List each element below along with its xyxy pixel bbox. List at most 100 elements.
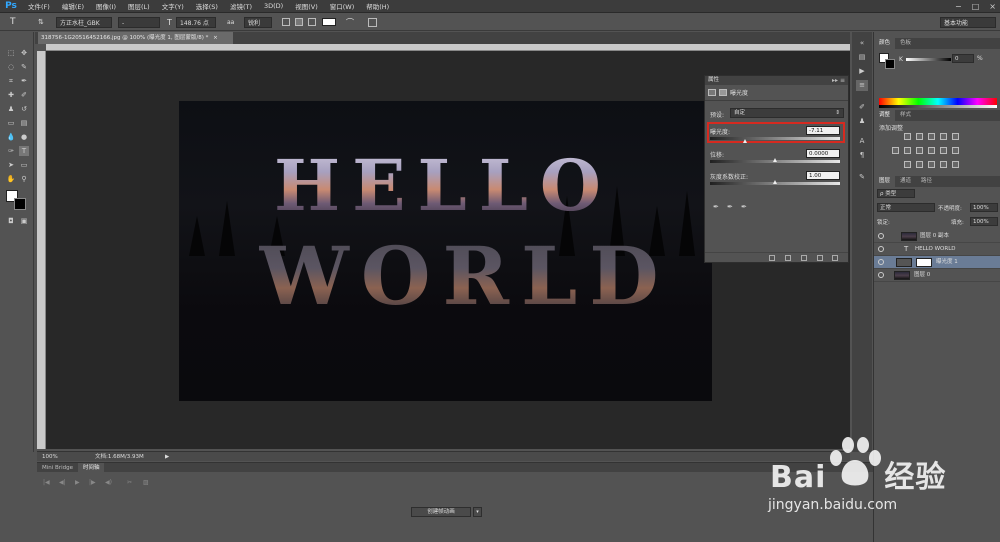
split-icon[interactable]: ✂ xyxy=(127,479,132,486)
brush-preset-icon[interactable]: ✐ xyxy=(856,102,868,113)
dodge-tool-icon[interactable]: ● xyxy=(19,132,29,142)
rectangle-tool-icon[interactable]: ▭ xyxy=(19,160,29,170)
align-right-icon[interactable] xyxy=(308,18,316,26)
invert-icon[interactable] xyxy=(904,161,911,168)
tab-paths[interactable]: 路径 xyxy=(916,176,937,187)
document-image[interactable]: HELLO WORLD xyxy=(179,101,712,401)
fill-input[interactable]: 100% xyxy=(970,217,998,226)
eyedropper-tool-icon[interactable]: ✒ xyxy=(19,76,29,86)
panel-menu-icon[interactable]: ▸▸ ≡ xyxy=(832,76,845,85)
vibrance-icon[interactable] xyxy=(952,133,959,140)
move-tool-icon[interactable]: ✥ xyxy=(19,48,29,58)
menu-file[interactable]: 文件(F) xyxy=(22,1,56,11)
quick-mask-icon[interactable]: ◘ xyxy=(6,216,16,226)
delete-icon[interactable] xyxy=(832,255,838,261)
curves-icon[interactable] xyxy=(928,133,935,140)
hand-tool-icon[interactable]: ✋ xyxy=(6,174,16,184)
exposure-slider-thumb[interactable] xyxy=(742,139,747,143)
properties-icon[interactable]: ≡ xyxy=(856,80,868,91)
text-color-swatch[interactable] xyxy=(322,18,336,26)
stamp-tool-icon[interactable]: ♟ xyxy=(6,104,16,114)
eye-icon[interactable] xyxy=(878,272,884,278)
audio-icon[interactable]: ◀) xyxy=(105,479,112,486)
align-left-icon[interactable] xyxy=(282,18,290,26)
play-timeline-icon[interactable]: ▶ xyxy=(75,479,80,486)
close-button[interactable]: × xyxy=(989,0,996,13)
exposure-icon[interactable] xyxy=(940,133,947,140)
character-icon[interactable]: A xyxy=(856,136,868,147)
character-panel-icon[interactable] xyxy=(368,18,377,27)
eye-icon[interactable] xyxy=(878,233,884,239)
photo-filter-icon[interactable] xyxy=(928,147,935,154)
tab-timeline[interactable]: 时间轴 xyxy=(77,463,105,472)
gamma-slider-thumb[interactable] xyxy=(772,180,777,184)
path-select-icon[interactable]: ➤ xyxy=(6,160,16,170)
tab-channels[interactable]: 通道 xyxy=(895,176,916,187)
eraser-tool-icon[interactable]: ▭ xyxy=(6,118,16,128)
paragraph-icon[interactable]: ¶ xyxy=(856,150,868,161)
tab-swatches[interactable]: 色板 xyxy=(895,38,916,49)
blend-mode-select[interactable]: 正常 xyxy=(877,203,935,212)
menu-layer[interactable]: 图层(L) xyxy=(122,1,156,11)
tool-presets-icon[interactable]: ✎ xyxy=(856,172,868,183)
minimize-button[interactable]: − xyxy=(955,0,962,13)
prev-frame-icon[interactable]: ◀| xyxy=(59,479,66,486)
transition-icon[interactable]: ▨ xyxy=(143,479,149,486)
color-spectrum[interactable] xyxy=(879,98,997,105)
color-channel-slider[interactable] xyxy=(906,58,951,61)
pen-tool-icon[interactable]: ✑ xyxy=(6,146,16,156)
layer-filter-select[interactable]: ρ 类型 xyxy=(877,189,915,198)
gradient-tool-icon[interactable]: ▤ xyxy=(19,118,29,128)
zoom-tool-icon[interactable]: ⚲ xyxy=(19,174,29,184)
exposure-slider[interactable] xyxy=(710,137,840,140)
align-center-icon[interactable] xyxy=(295,18,303,26)
font-family-select[interactable]: 方正水柱_GBK xyxy=(56,17,112,28)
color-balance-icon[interactable] xyxy=(904,147,911,154)
black-white-icon[interactable] xyxy=(916,147,923,154)
create-frame-animation-button[interactable]: 创建帧动画 xyxy=(411,507,471,517)
tab-layers[interactable]: 图层 xyxy=(874,176,896,187)
healing-tool-icon[interactable]: ✚ xyxy=(6,90,16,100)
quick-select-icon[interactable]: ✎ xyxy=(19,62,29,72)
layer-row[interactable]: 曝光度 1 xyxy=(874,256,1000,269)
status-menu-icon[interactable]: ▶ xyxy=(165,452,169,462)
clone-source-icon[interactable]: ♟ xyxy=(856,116,868,127)
mask-icon[interactable] xyxy=(719,89,727,96)
history-brush-icon[interactable]: ↺ xyxy=(19,104,29,114)
workspace-select[interactable]: 基本功能 xyxy=(940,17,996,28)
channel-mixer-icon[interactable] xyxy=(940,147,947,154)
properties-header[interactable]: 属性 ▸▸ ≡ xyxy=(705,76,848,85)
document-tab[interactable]: 318756-1G20516452166.jpg @ 100% (曝光度 1, … xyxy=(38,32,233,44)
document-info[interactable]: 文档:1.68M/3.93M xyxy=(95,452,144,462)
warp-text-icon[interactable]: ⌒ xyxy=(346,17,354,28)
selective-color-icon[interactable] xyxy=(952,161,959,168)
eye-icon[interactable] xyxy=(878,246,884,252)
layer-row[interactable]: 图层 0 副本 xyxy=(874,230,1000,243)
tab-styles[interactable]: 样式 xyxy=(895,110,916,121)
panel-collapse-icon[interactable]: « xyxy=(856,38,868,49)
reset-icon[interactable] xyxy=(801,255,807,261)
grayscale-ramp[interactable] xyxy=(879,105,997,108)
type-tool-icon[interactable]: T xyxy=(19,146,29,156)
gamma-input[interactable]: 1.00 xyxy=(806,171,840,180)
brightness-icon[interactable] xyxy=(904,133,911,140)
play-icon[interactable]: ▶ xyxy=(856,66,868,77)
menu-view[interactable]: 视图(V) xyxy=(289,1,324,11)
view-previous-icon[interactable] xyxy=(785,255,791,261)
font-style-select[interactable]: - xyxy=(118,17,160,28)
visibility-icon[interactable] xyxy=(817,255,823,261)
lasso-tool-icon[interactable]: ◌ xyxy=(6,62,16,72)
menu-3d[interactable]: 3D(D) xyxy=(258,2,289,10)
blur-tool-icon[interactable]: 💧 xyxy=(6,132,16,142)
menu-image[interactable]: 图像(I) xyxy=(90,1,122,11)
opacity-input[interactable]: 100% xyxy=(970,203,998,212)
offset-slider-thumb[interactable] xyxy=(772,158,777,162)
tab-adjustments[interactable]: 调整 xyxy=(874,110,896,121)
maximize-button[interactable]: □ xyxy=(972,0,980,13)
menu-help[interactable]: 帮助(H) xyxy=(360,1,395,11)
close-tab-icon[interactable]: × xyxy=(213,35,218,41)
screen-mode-icon[interactable]: ▣ xyxy=(19,216,29,226)
layer-mask-thumbnail[interactable] xyxy=(916,258,932,267)
threshold-icon[interactable] xyxy=(928,161,935,168)
menu-filter[interactable]: 滤镜(T) xyxy=(224,1,258,11)
